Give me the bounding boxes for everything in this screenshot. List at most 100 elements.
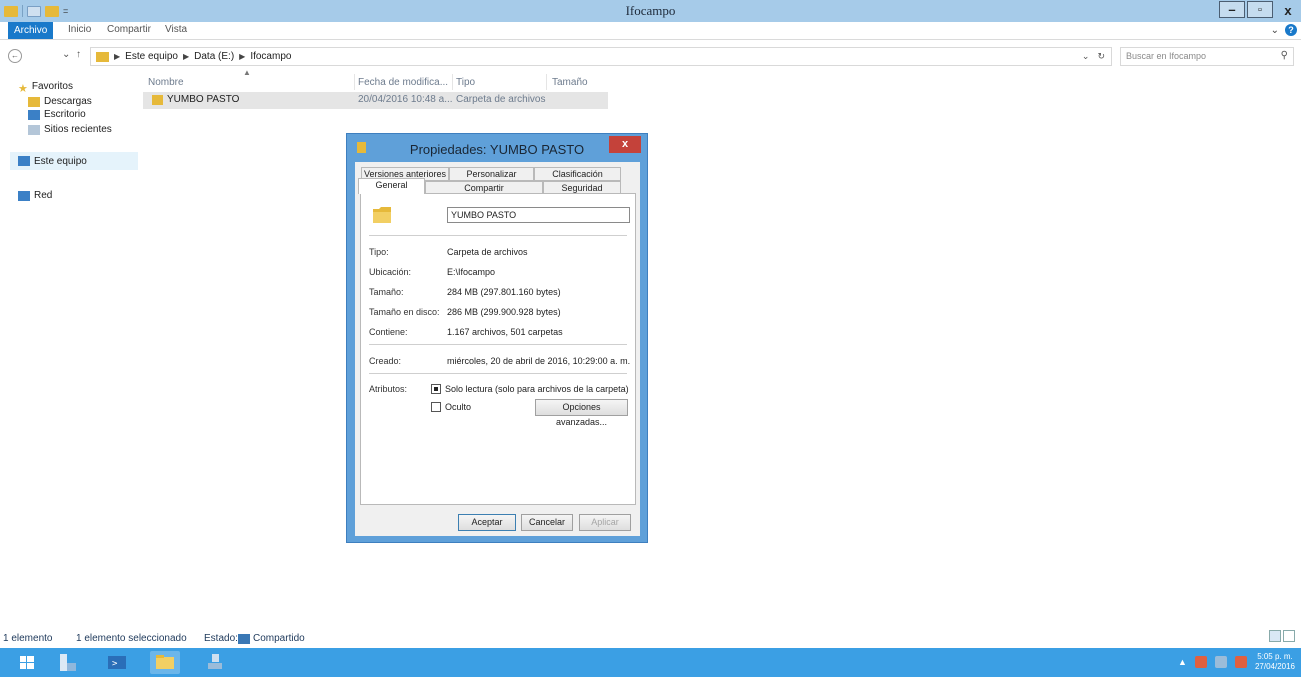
nav-red[interactable]: Red <box>18 190 52 201</box>
taskbar: > ▲ 5:05 p. m. 27/04/2016 <box>0 648 1301 677</box>
divider <box>369 344 627 345</box>
nav-favoritos-label: Favoritos <box>31 81 73 92</box>
column-header-nombre[interactable]: Nombre <box>148 77 184 88</box>
file-row[interactable]: YUMBO PASTO 20/04/2016 10:48 a... Carpet… <box>143 92 608 109</box>
dialog-title-bar[interactable]: Propiedades: YUMBO PASTO x <box>347 134 647 162</box>
minimize-button[interactable]: – <box>1219 1 1245 18</box>
cancel-button[interactable]: Cancelar <box>521 514 573 531</box>
search-input[interactable]: Buscar en Ifocampo ⚲ <box>1120 47 1294 66</box>
file-explorer-icon[interactable] <box>150 651 180 674</box>
sort-up-icon: ▲ <box>243 68 251 77</box>
hidden-checkbox[interactable] <box>431 402 441 412</box>
large-icons-view-icon[interactable] <box>1283 630 1295 642</box>
recent-locations-icon[interactable]: ⌄ <box>62 49 70 60</box>
folder-icon <box>152 95 163 105</box>
attributes-label: Atributos: <box>369 384 408 394</box>
server-manager-icon[interactable] <box>52 651 82 674</box>
field-value-ubicacion: E:\Ifocampo <box>447 267 496 277</box>
powershell-icon[interactable]: > <box>102 651 132 674</box>
field-value-contiene: 1.167 archivos, 501 carpetas <box>447 327 563 337</box>
field-value-tipo: Carpeta de archivos <box>447 247 528 257</box>
desktop-icon <box>28 109 40 120</box>
divider <box>369 235 627 236</box>
details-view-icon[interactable] <box>1269 630 1281 642</box>
maximize-button[interactable]: ▫ <box>1247 1 1273 18</box>
folder-name-field[interactable]: YUMBO PASTO <box>447 207 630 223</box>
window-title: Ifocampo <box>625 3 676 18</box>
back-button[interactable]: ← <box>8 49 22 63</box>
breadcrumb-data-e[interactable]: Data (E:) <box>194 51 234 62</box>
breadcrumb-este-equipo[interactable]: Este equipo <box>125 51 178 62</box>
address-bar[interactable]: ▶ Este equipo ▶ Data (E:) ▶ Ifocampo ⌄ ↻ <box>90 47 1112 66</box>
apply-button[interactable]: Aplicar <box>579 514 631 531</box>
field-value-tamano: 284 MB (297.801.160 bytes) <box>447 287 561 297</box>
folder-icon <box>96 51 109 62</box>
nav-sitios-recientes-label: Sitios recientes <box>44 124 112 135</box>
address-dropdown-icon[interactable]: ⌄ <box>1082 51 1090 62</box>
taskbar-clock[interactable]: 5:05 p. m. 27/04/2016 <box>1255 652 1295 672</box>
clock-time: 5:05 p. m. <box>1257 652 1293 661</box>
volume-icon[interactable] <box>1214 656 1227 668</box>
field-label-contiene: Contiene: <box>369 327 408 337</box>
file-date: 20/04/2016 10:48 a... <box>358 94 453 105</box>
system-tray: ▲ 5:05 p. m. 27/04/2016 <box>1178 652 1295 672</box>
nav-escritorio[interactable]: Escritorio <box>28 109 86 120</box>
refresh-icon[interactable]: ↻ <box>1097 51 1105 62</box>
column-header-tamano[interactable]: Tamaño <box>552 77 588 88</box>
show-hidden-icons-icon[interactable]: ▲ <box>1178 657 1187 667</box>
column-header-tipo[interactable]: Tipo <box>456 77 475 88</box>
close-window-button[interactable]: x <box>1275 0 1301 20</box>
action-center-icon[interactable] <box>1234 656 1247 668</box>
nav-escritorio-label: Escritorio <box>44 109 86 120</box>
created-value: miércoles, 20 de abril de 2016, 10:29:00… <box>447 356 631 366</box>
network-share-icon[interactable] <box>200 651 230 674</box>
navigation-pane: ★ Favoritos Descargas Escritorio Sitios … <box>0 70 140 630</box>
tab-vista[interactable]: Vista <box>165 24 187 35</box>
file-name: YUMBO PASTO <box>167 94 240 105</box>
file-type: Carpeta de archivos <box>456 94 546 105</box>
help-icon[interactable]: ? <box>1285 24 1297 36</box>
search-icon[interactable]: ⚲ <box>1281 50 1288 61</box>
tab-personalizar[interactable]: Personalizar <box>449 167 534 181</box>
title-bar: = Ifocampo – ▫ x <box>0 0 1301 22</box>
advanced-options-button[interactable]: Opciones avanzadas... <box>535 399 628 427</box>
status-selected: 1 elemento seleccionado <box>76 633 187 644</box>
field-label-ubicacion: Ubicación: <box>369 267 412 277</box>
expand-ribbon-icon[interactable]: ⌄ <box>1271 25 1279 36</box>
star-icon: ★ <box>18 82 28 95</box>
tab-general[interactable]: General <box>358 178 425 194</box>
nav-favoritos[interactable]: ★ Favoritos <box>18 81 73 95</box>
tab-compartir[interactable]: Compartir <box>107 24 151 35</box>
chevron-right-icon[interactable]: ▶ <box>239 52 245 61</box>
ribbon-tabs: Archivo Inicio Compartir Vista ⌄ ? <box>0 22 1301 40</box>
column-header-fecha[interactable]: Fecha de modifica... <box>358 77 448 88</box>
folder-icon <box>373 207 391 223</box>
recent-places-icon <box>28 124 40 135</box>
tab-clasificacion[interactable]: Clasificación <box>534 167 621 181</box>
nav-este-equipo[interactable]: Este equipo <box>10 152 138 170</box>
hidden-label: Oculto <box>445 402 472 412</box>
network-status-icon[interactable] <box>1194 656 1207 668</box>
divider <box>369 373 627 374</box>
field-label-tamano-disco: Tamaño en disco: <box>369 307 440 317</box>
chevron-right-icon[interactable]: ▶ <box>183 52 189 61</box>
nav-descargas[interactable]: Descargas <box>28 96 92 107</box>
up-button[interactable]: ↑ <box>76 49 81 60</box>
general-tab-panel: YUMBO PASTO Tipo: Carpeta de archivos Ub… <box>360 193 636 505</box>
clock-date: 27/04/2016 <box>1254 662 1295 671</box>
dialog-close-button[interactable]: x <box>609 136 641 153</box>
nav-sitios-recientes[interactable]: Sitios recientes <box>28 124 112 135</box>
ok-button[interactable]: Aceptar <box>458 514 516 531</box>
status-state-value: Compartido <box>253 633 305 644</box>
tab-inicio[interactable]: Inicio <box>68 24 91 35</box>
nav-red-label: Red <box>34 190 53 201</box>
nav-descargas-label: Descargas <box>44 96 92 107</box>
readonly-checkbox[interactable] <box>431 384 441 394</box>
breadcrumb-ifocampo[interactable]: Ifocampo <box>250 51 291 62</box>
network-icon <box>18 190 30 201</box>
computer-icon <box>18 156 30 166</box>
start-button-icon[interactable] <box>12 651 42 674</box>
tab-archivo[interactable]: Archivo <box>8 22 54 39</box>
status-bar: 1 elemento 1 elemento seleccionado Estad… <box>0 630 1301 648</box>
chevron-right-icon[interactable]: ▶ <box>114 52 120 61</box>
